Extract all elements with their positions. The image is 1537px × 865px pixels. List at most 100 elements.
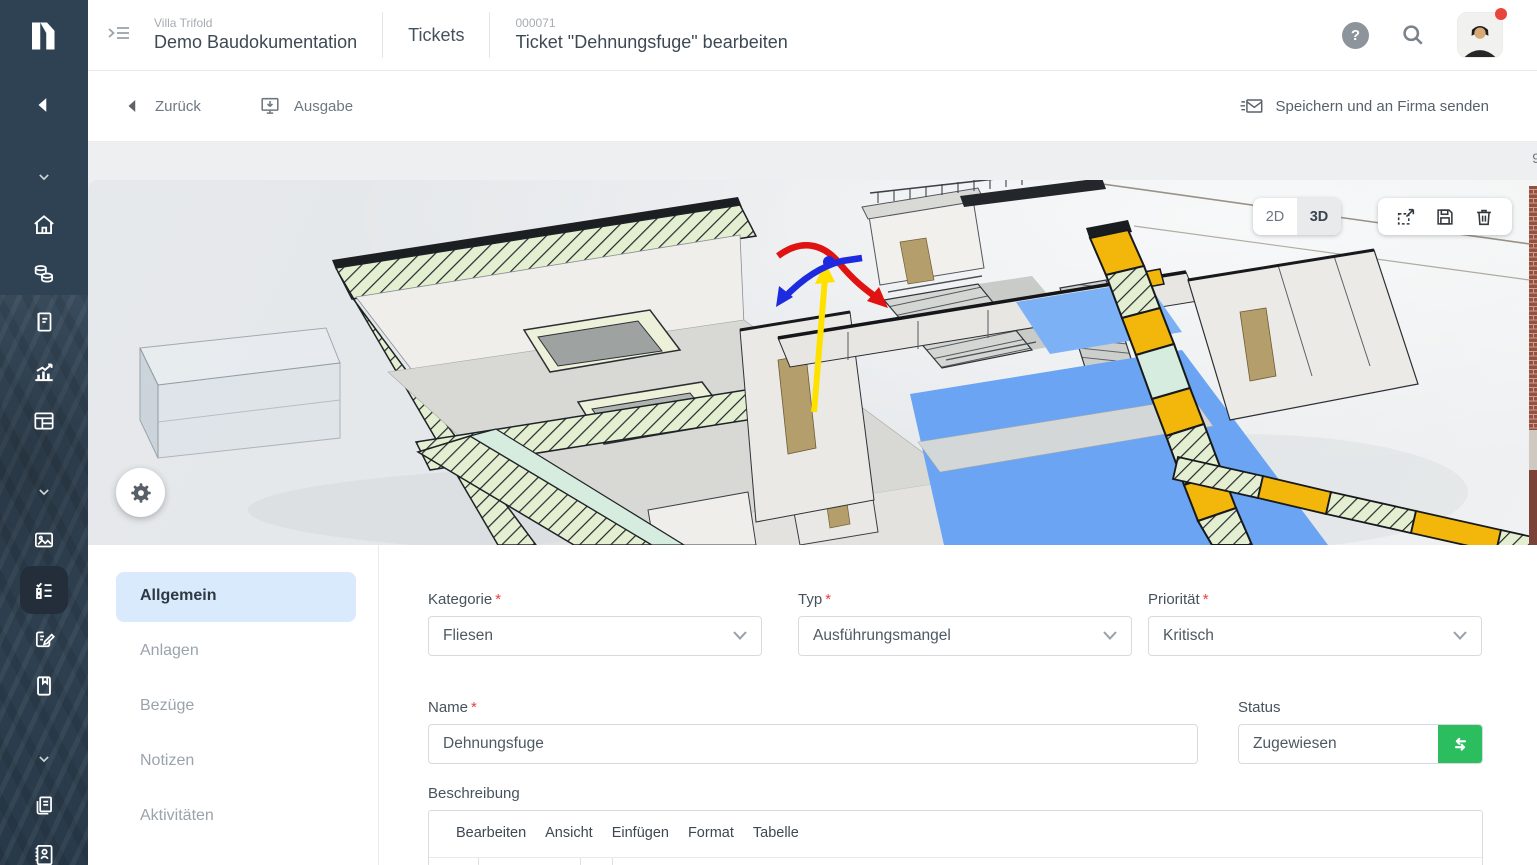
status-label: Status — [1238, 699, 1281, 716]
chevron-down-icon — [34, 167, 54, 187]
page-title: Ticket "Dehnungsfuge" bearbeiten — [515, 31, 787, 54]
handbook-bookmark-icon — [31, 673, 57, 699]
chevron-down-icon — [1453, 631, 1467, 640]
beschreibung-editor[interactable]: Bearbeiten Ansicht Einfügen Format Tabel… — [428, 810, 1483, 865]
menu-format[interactable]: Format — [688, 825, 734, 841]
save-send-button[interactable]: Speichern und an Firma senden — [1240, 96, 1489, 116]
tab-allgemein[interactable]: Allgemein — [140, 587, 216, 605]
bim-3d-canvas[interactable]: 2D 3D — [88, 180, 1537, 545]
project-label: Villa Trifold — [154, 16, 357, 31]
back-triangle-icon — [124, 97, 142, 115]
menu-ansicht[interactable]: Ansicht — [545, 825, 593, 841]
menu-bearbeiten[interactable]: Bearbeiten — [456, 825, 526, 841]
tab-anlagen[interactable]: Anlagen — [140, 642, 199, 660]
toggle-3d-button[interactable]: 3D — [1297, 198, 1341, 235]
viewer-tools — [1378, 198, 1512, 235]
prioritaet-label: Priorität* — [1148, 591, 1209, 608]
save-send-label: Speichern und an Firma senden — [1276, 98, 1489, 115]
toggle-2d-button[interactable]: 2D — [1253, 198, 1297, 235]
sidebar-item-home[interactable] — [0, 203, 88, 247]
avatar-image — [1457, 12, 1503, 58]
help-button[interactable]: ? — [1342, 22, 1369, 49]
name-label: Name* — [428, 699, 477, 716]
menu-tabelle[interactable]: Tabelle — [753, 825, 799, 841]
typ-value: Ausführungsmangel — [813, 627, 951, 645]
home-icon — [31, 212, 57, 238]
output-label: Ausgabe — [294, 98, 353, 115]
send-mail-icon — [1240, 96, 1264, 116]
sidebar-item-tables[interactable] — [0, 399, 88, 443]
output-button[interactable]: Ausgabe — [259, 95, 353, 117]
chevron-down-icon — [34, 749, 54, 769]
breadcrumb-tickets[interactable]: Tickets — [408, 25, 464, 46]
finance-coins-icon — [31, 260, 57, 286]
change-status-button[interactable] — [1438, 725, 1482, 763]
status-field: Zugewiesen — [1238, 724, 1483, 764]
chevron-down-icon — [733, 631, 747, 640]
name-input[interactable] — [428, 724, 1198, 764]
view-mode-toggle: 2D 3D — [1253, 198, 1341, 235]
expand-viewer-icon[interactable] — [1395, 206, 1417, 228]
sidebar-back-button[interactable] — [0, 83, 88, 127]
menu-einfuegen[interactable]: Einfügen — [612, 825, 669, 841]
model-viewer-section: 9 — [88, 142, 1537, 545]
viewer-settings-button[interactable] — [116, 468, 165, 517]
chevron-down-icon — [34, 482, 54, 502]
sidebar-item-handbook[interactable] — [0, 664, 88, 708]
editor-toolbar-separator — [580, 858, 581, 865]
report-chart-icon — [31, 359, 57, 385]
sidebar-item-copies[interactable] — [0, 784, 88, 828]
help-glyph: ? — [1351, 27, 1360, 44]
top-header: Villa Trifold Demo Baudokumentation Tick… — [88, 0, 1537, 71]
kategorie-value: Fliesen — [443, 627, 493, 645]
document-copies-icon — [31, 793, 57, 819]
sidebar-group-toggle-1[interactable] — [0, 155, 88, 199]
avatar-person-icon — [1458, 13, 1502, 57]
sidebar-item-finance[interactable] — [0, 251, 88, 295]
main-sidebar — [0, 0, 88, 865]
required-marker: * — [825, 591, 831, 608]
tab-notizen[interactable]: Notizen — [140, 752, 194, 770]
sidebar-item-contacts[interactable] — [0, 832, 88, 865]
app-logo[interactable] — [0, 0, 88, 71]
kategorie-label: Kategorie* — [428, 591, 501, 608]
ticket-checklist-icon — [31, 577, 57, 603]
notes-compose-icon — [31, 625, 57, 651]
sidebar-item-documentation[interactable] — [0, 300, 88, 344]
user-avatar[interactable] — [1457, 12, 1503, 58]
prioritaet-select[interactable]: Kritisch — [1148, 616, 1482, 656]
sidebar-item-photos[interactable] — [0, 518, 88, 562]
tab-aktivitaeten[interactable]: Aktivitäten — [140, 807, 214, 825]
beschreibung-label: Beschreibung — [428, 785, 520, 802]
typ-label: Typ* — [798, 591, 831, 608]
editor-toolbar-separator — [612, 858, 613, 865]
sidebar-item-tickets-active[interactable] — [20, 566, 68, 614]
ticket-detail-panel: Allgemein Anlagen Bezüge Notizen Aktivit… — [88, 545, 1537, 865]
ticket-number: 000071 — [515, 16, 787, 31]
chevron-down-icon — [1103, 631, 1117, 640]
breadcrumb-project[interactable]: Villa Trifold Demo Baudokumentation — [154, 16, 357, 54]
sidebar-collapse-button[interactable] — [106, 22, 132, 49]
back-button[interactable]: Zurück — [124, 97, 201, 115]
kategorie-select[interactable]: Fliesen — [428, 616, 762, 656]
tab-bezuege[interactable]: Bezüge — [140, 697, 194, 715]
swap-arrows-icon — [1450, 734, 1470, 754]
header-divider — [382, 12, 383, 58]
sidebar-item-reports[interactable] — [0, 350, 88, 394]
search-icon[interactable] — [1399, 21, 1427, 49]
breadcrumb-ticket: 000071 Ticket "Dehnungsfuge" bearbeiten — [515, 16, 787, 54]
app-window: Villa Trifold Demo Baudokumentation Tick… — [0, 0, 1537, 865]
sidebar-group-toggle-2[interactable] — [0, 470, 88, 514]
status-value: Zugewiesen — [1239, 725, 1438, 763]
typ-select[interactable]: Ausführungsmangel — [798, 616, 1132, 656]
delete-view-icon[interactable] — [1473, 206, 1495, 228]
editor-menubar: Bearbeiten Ansicht Einfügen Format Tabel… — [429, 811, 1482, 841]
save-view-icon[interactable] — [1434, 206, 1456, 228]
sidebar-group-toggle-3[interactable] — [0, 737, 88, 781]
action-toolbar: Zurück Ausgabe Speichern und an Firma se… — [88, 71, 1537, 142]
required-marker: * — [471, 699, 477, 716]
header-divider — [489, 12, 490, 58]
sidebar-item-notes[interactable] — [0, 616, 88, 660]
notification-dot — [1495, 8, 1507, 20]
required-marker: * — [1203, 591, 1209, 608]
